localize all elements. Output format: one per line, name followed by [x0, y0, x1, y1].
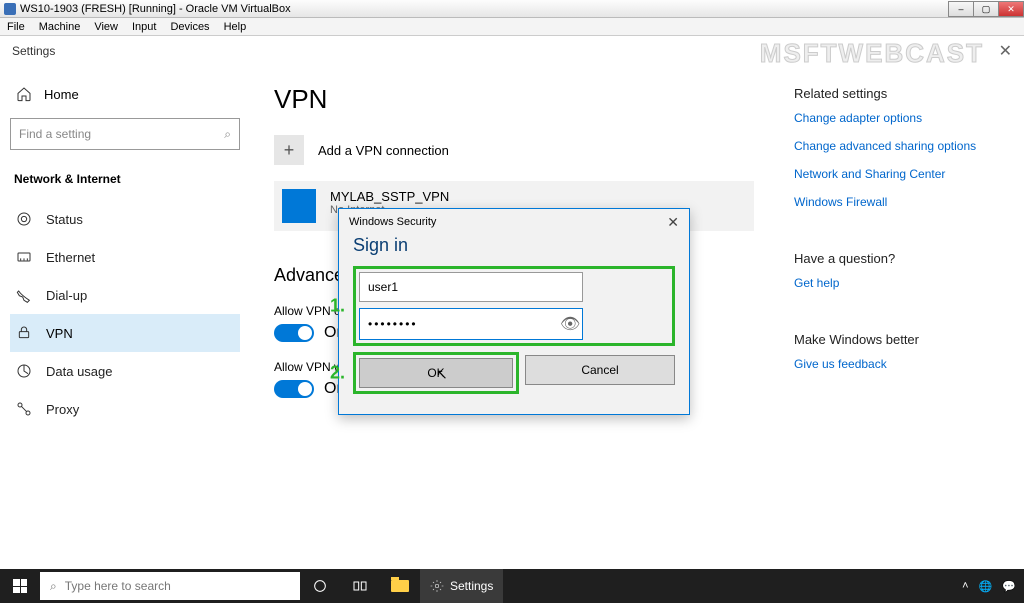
username-input[interactable]: [359, 272, 583, 302]
link-advanced-sharing[interactable]: Change advanced sharing options: [794, 139, 1008, 153]
window-title: Settings: [12, 44, 55, 58]
dialog-heading: Sign in: [353, 235, 675, 256]
sidebar-item-data-usage[interactable]: Data usage: [10, 352, 240, 390]
sidebar-item-label: Dial-up: [46, 288, 87, 303]
dialog-title: Windows Security: [349, 216, 436, 228]
start-button[interactable]: [0, 569, 40, 603]
find-setting-placeholder: Find a setting: [19, 127, 91, 141]
vb-menu-devices[interactable]: Devices: [163, 21, 216, 33]
windows-security-dialog: Windows Security ✕ Sign in 1. 👁 2. OK Ca…: [338, 208, 690, 415]
vpn-connection-name: MYLAB_SSTP_VPN: [330, 189, 449, 204]
plus-icon: +: [274, 135, 304, 165]
link-get-help[interactable]: Get help: [794, 276, 1008, 290]
windows-icon: [13, 579, 27, 593]
sidebar-item-label: Proxy: [46, 402, 79, 417]
notifications-tray-icon[interactable]: 💬: [1002, 580, 1016, 593]
question-heading: Have a question?: [794, 251, 1008, 266]
vb-menu-view[interactable]: View: [87, 21, 125, 33]
related-heading: Related settings: [794, 86, 1008, 101]
ok-button-label: OK: [427, 366, 444, 380]
taskbar-settings-label: Settings: [450, 579, 493, 593]
vb-menu-help[interactable]: Help: [217, 21, 254, 33]
taskbar: ⌕ Type here to search Settings ˄ 🌐 💬: [0, 569, 1024, 603]
folder-icon: [391, 580, 409, 592]
search-icon: ⌕: [224, 127, 231, 142]
search-icon: ⌕: [50, 579, 57, 594]
sidebar: Home Find a setting ⌕ Network & Internet…: [0, 66, 250, 569]
page-heading: VPN: [274, 84, 770, 115]
dialup-icon: [16, 287, 32, 303]
sidebar-item-ethernet[interactable]: Ethernet: [10, 238, 240, 276]
settings-close-button[interactable]: ✕: [999, 41, 1012, 61]
reveal-password-icon[interactable]: 👁: [558, 314, 582, 334]
link-network-sharing-center[interactable]: Network and Sharing Center: [794, 167, 1008, 181]
home-icon: [16, 86, 32, 102]
link-feedback[interactable]: Give us feedback: [794, 357, 1008, 371]
sidebar-item-vpn[interactable]: VPN: [10, 314, 240, 352]
vb-close-button[interactable]: ✕: [998, 1, 1024, 17]
network-tray-icon[interactable]: 🌐: [979, 580, 993, 593]
related-panel: Related settings Change adapter options …: [794, 66, 1024, 569]
feedback-heading: Make Windows better: [794, 332, 1008, 347]
sidebar-category: Network & Internet: [14, 172, 240, 186]
sidebar-item-status[interactable]: Status: [10, 200, 240, 238]
toggle-metered[interactable]: [274, 324, 314, 342]
virtualbox-titlebar: WS10-1903 (FRESH) [Running] - Oracle VM …: [0, 0, 1024, 18]
watermark-text: MSFTWEBCAST: [760, 38, 984, 69]
vb-maximize-button[interactable]: ▢: [973, 1, 999, 17]
vpn-square-icon: [282, 189, 316, 223]
toggle-roaming[interactable]: [274, 380, 314, 398]
link-windows-firewall[interactable]: Windows Firewall: [794, 195, 1008, 209]
taskbar-search-input[interactable]: ⌕ Type here to search: [40, 572, 300, 600]
sidebar-item-proxy[interactable]: Proxy: [10, 390, 240, 428]
cancel-button[interactable]: Cancel: [525, 355, 675, 385]
status-icon: [16, 211, 32, 227]
vb-minimize-button[interactable]: –: [948, 1, 974, 17]
file-explorer-button[interactable]: [380, 569, 420, 603]
taskbar-settings-button[interactable]: Settings: [420, 569, 503, 603]
task-view-button[interactable]: [340, 569, 380, 603]
sidebar-home-label: Home: [44, 87, 79, 102]
vb-menu-machine[interactable]: Machine: [32, 21, 88, 33]
add-vpn-label: Add a VPN connection: [318, 143, 449, 158]
vb-menu-file[interactable]: File: [0, 21, 32, 33]
cortana-button[interactable]: [300, 569, 340, 603]
sidebar-item-dialup[interactable]: Dial-up: [10, 276, 240, 314]
sidebar-item-label: Data usage: [46, 364, 113, 379]
data-usage-icon: [16, 363, 32, 379]
taskbar-search-placeholder: Type here to search: [65, 579, 171, 593]
add-vpn-button[interactable]: + Add a VPN connection: [274, 135, 770, 165]
ethernet-icon: [16, 249, 32, 265]
find-setting-input[interactable]: Find a setting ⌕: [10, 118, 240, 150]
vb-menu-input[interactable]: Input: [125, 21, 163, 33]
annotation-badge-1: 1.: [330, 296, 345, 317]
vpn-icon: [16, 325, 32, 341]
sidebar-item-label: Status: [46, 212, 83, 227]
sidebar-item-label: Ethernet: [46, 250, 95, 265]
link-adapter-options[interactable]: Change adapter options: [794, 111, 1008, 125]
annotation-badge-2: 2.: [330, 363, 345, 384]
sidebar-home[interactable]: Home: [10, 76, 240, 112]
dialog-close-button[interactable]: ✕: [667, 214, 679, 231]
proxy-icon: [16, 401, 32, 417]
virtualbox-icon: [4, 3, 16, 15]
cancel-button-label: Cancel: [581, 363, 618, 377]
ok-button[interactable]: OK: [359, 358, 513, 388]
password-input[interactable]: [360, 309, 558, 339]
gear-icon: [430, 579, 444, 593]
virtualbox-menubar: File Machine View Input Devices Help: [0, 18, 1024, 36]
sidebar-item-label: VPN: [46, 326, 73, 341]
virtualbox-title-text: WS10-1903 (FRESH) [Running] - Oracle VM …: [20, 3, 291, 15]
tray-overflow-button[interactable]: ˄: [962, 580, 968, 592]
